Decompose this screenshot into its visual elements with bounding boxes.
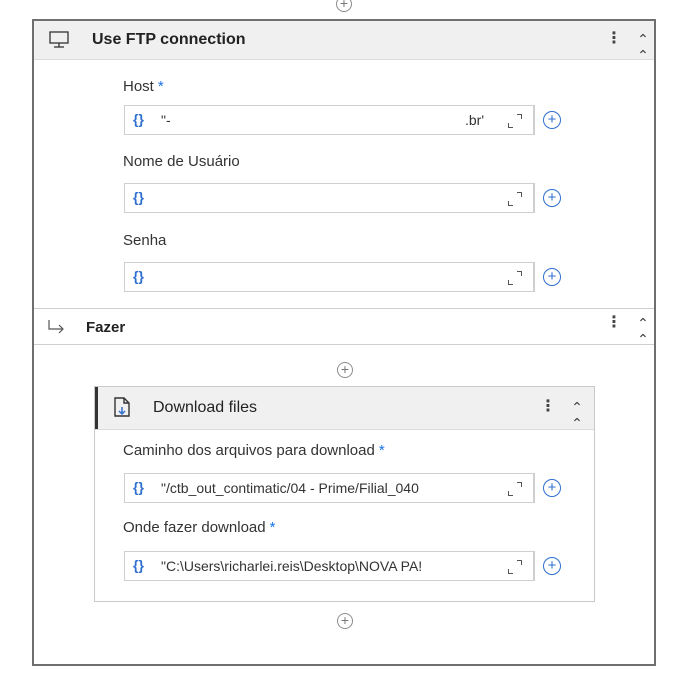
- download-file-icon: [114, 397, 130, 417]
- branch-arrow-icon: [48, 320, 64, 334]
- expression-icon: {}: [133, 268, 144, 284]
- section-divider: [34, 344, 654, 345]
- add-variable-icon[interactable]: +: [543, 268, 561, 286]
- expand-editor-icon[interactable]: [508, 271, 522, 285]
- host-label: Host *: [123, 78, 164, 95]
- add-variable-icon[interactable]: +: [543, 479, 561, 497]
- download-destination-value: "C:\Users\richarlei.reis\Desktop\NOVA PA…: [161, 558, 423, 574]
- download-path-value: "/ctb_out_contimatic/04 - Prime/Filial_0…: [161, 480, 419, 496]
- add-activity-icon[interactable]: +: [337, 613, 353, 629]
- add-activity-icon[interactable]: +: [336, 0, 352, 12]
- host-input[interactable]: {} "- .br': [124, 105, 534, 135]
- add-variable-icon[interactable]: +: [543, 189, 561, 207]
- username-label: Nome de Usuário: [123, 153, 240, 170]
- download-files-title: Download files: [153, 399, 258, 416]
- password-label: Senha: [123, 232, 167, 249]
- redacted-host-area: [183, 112, 443, 128]
- more-options-icon[interactable]: ⋮: [540, 397, 556, 419]
- add-variable-icon[interactable]: +: [543, 111, 561, 129]
- download-destination-label: Onde fazer download *: [123, 519, 276, 536]
- workflow-canvas: + Use FTP connection ⋮ ⌃ ⌃ Host * {} "- .b…: [0, 0, 691, 673]
- field-divider: [534, 473, 535, 503]
- download-files-card[interactable]: Download files ⋮ ⌃ ⌃ Caminho dos arquivos…: [94, 386, 595, 602]
- field-divider: [534, 183, 535, 213]
- host-value-tail: .br': [465, 112, 485, 128]
- download-path-input[interactable]: {} "/ctb_out_contimatic/04 - Prime/Filia…: [124, 473, 534, 503]
- username-input[interactable]: {}: [124, 183, 534, 213]
- expand-editor-icon[interactable]: [508, 482, 522, 496]
- expand-editor-icon[interactable]: [508, 560, 522, 574]
- collapse-icon[interactable]: ⌃ ⌃: [569, 399, 585, 431]
- expression-icon: {}: [133, 189, 144, 205]
- add-activity-icon[interactable]: +: [337, 362, 353, 378]
- field-divider: [534, 262, 535, 292]
- field-divider: [534, 551, 535, 581]
- selected-accent: [95, 387, 98, 429]
- download-destination-input[interactable]: {} "C:\Users\richarlei.reis\Desktop\NOVA…: [124, 551, 534, 581]
- monitor-icon: [49, 31, 69, 48]
- expand-editor-icon[interactable]: [508, 192, 522, 206]
- more-options-icon[interactable]: ⋮: [606, 29, 622, 51]
- ftp-card-title: Use FTP connection: [92, 31, 246, 48]
- field-divider: [534, 105, 535, 135]
- section-divider: [34, 308, 654, 309]
- collapse-icon[interactable]: ⌃ ⌃: [635, 31, 651, 63]
- expression-icon: {}: [133, 557, 144, 573]
- more-options-icon[interactable]: ⋮: [606, 313, 622, 335]
- collapse-icon[interactable]: ⌃ ⌃: [635, 315, 651, 347]
- password-input[interactable]: {}: [124, 262, 534, 292]
- fazer-title: Fazer: [86, 319, 126, 336]
- expression-icon: {}: [133, 111, 144, 127]
- expand-editor-icon[interactable]: [508, 114, 522, 128]
- add-variable-icon[interactable]: +: [543, 557, 561, 575]
- expression-icon: {}: [133, 479, 144, 495]
- download-path-label: Caminho dos arquivos para download *: [123, 442, 385, 459]
